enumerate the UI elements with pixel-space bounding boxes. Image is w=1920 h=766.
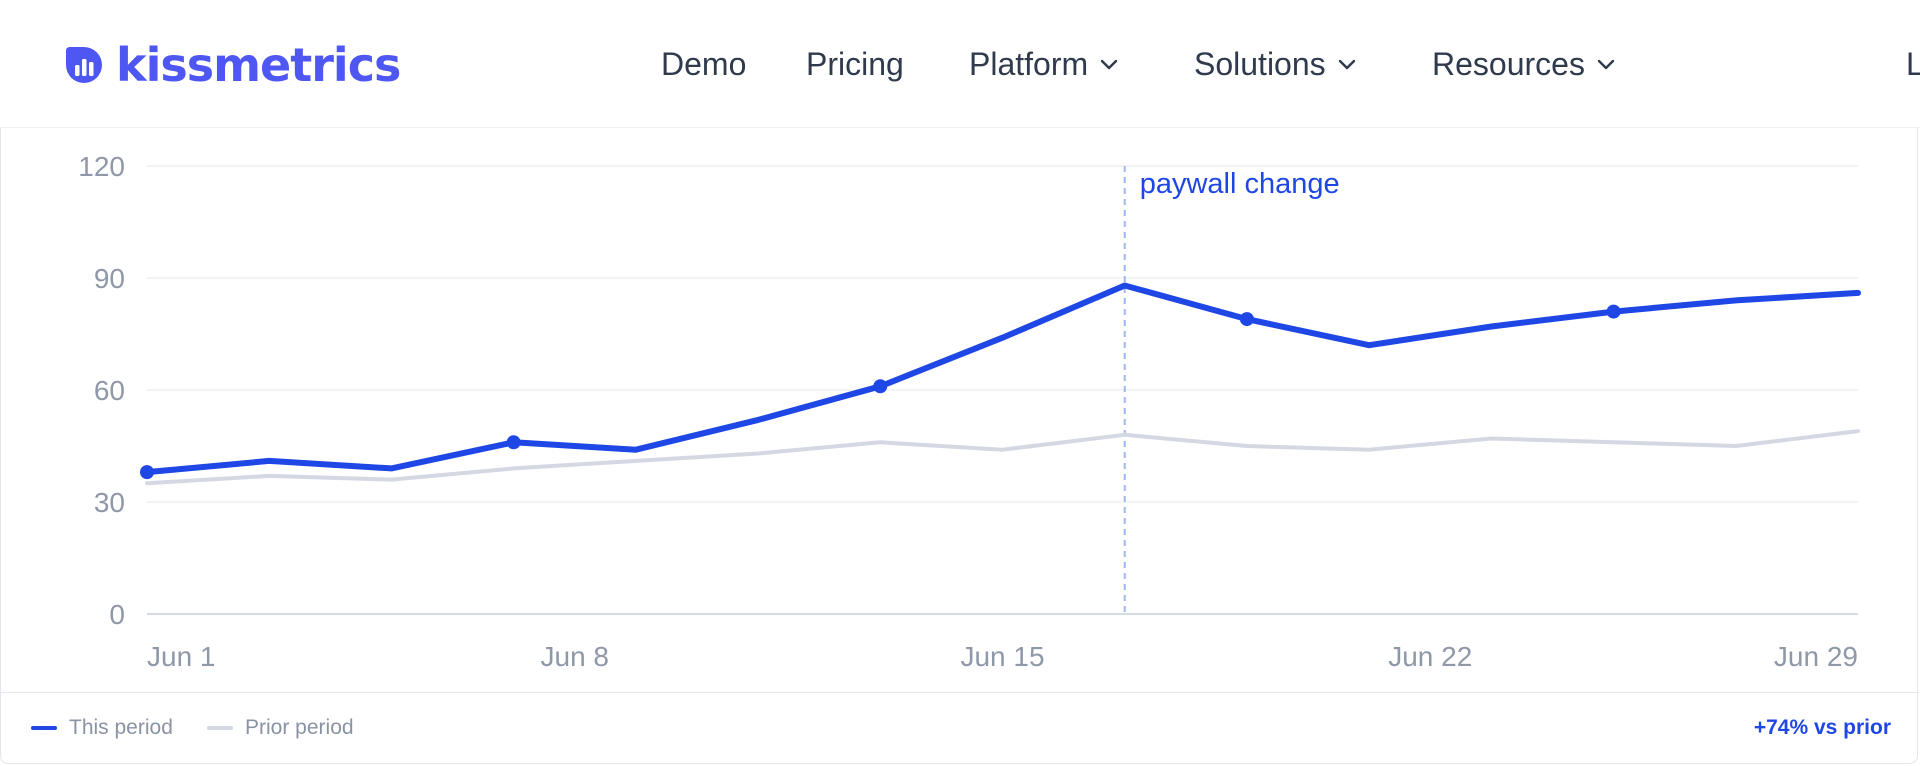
nav-platform-label: Platform [969, 45, 1089, 82]
nav-resources[interactable]: Resources [1432, 42, 1617, 86]
series [140, 282, 1861, 486]
top-navigation: kissmetrics Demo Pricing Platform Soluti… [0, 0, 1920, 128]
x-tick-label: Jun 1 [147, 641, 216, 672]
y-axis-ticks: 0 30 60 90 120 [78, 151, 125, 630]
chart-card: 0 30 60 90 120 Jun 1 Jun 8 Jun 15 Jun 22 Jun 29 … [0, 128, 1919, 766]
this-period-line [144, 282, 1861, 476]
this-period-point [140, 465, 154, 480]
y-tick-label: 60 [94, 375, 125, 406]
x-tick-label: Jun 29 [1774, 641, 1858, 672]
line-chart: 0306090120 Jun 1 Jun 8 Jun 15 Jun 22 Jun 29 … [78, 151, 1861, 672]
nav-solutions-label: Solutions [1194, 45, 1326, 82]
legend-prior-period[interactable]: Prior period [207, 713, 354, 743]
this-period-point [1239, 312, 1254, 327]
x-tick-label: Jun 8 [541, 641, 610, 672]
annotation-label: paywall change [1140, 168, 1340, 200]
legend-swatch-prior-period [207, 726, 233, 730]
nav-cutoff-label: L [1906, 45, 1920, 82]
chevron-down-icon [1100, 59, 1118, 70]
grid-lines [147, 165, 1858, 615]
y-tick-label: 30 [94, 487, 125, 518]
chart-footer: This period Prior period +74% vs prior [1, 692, 1919, 766]
nav-resources-label: Resources [1432, 45, 1585, 82]
nav-pricing[interactable]: Pricing [806, 42, 904, 86]
prior-period-line [145, 429, 1860, 486]
y-tick-label: 120 [78, 151, 125, 182]
delta-vs-prior: +74% vs prior [1753, 716, 1891, 739]
this-period-point [506, 435, 521, 450]
nav-cutoff-item[interactable]: L [1906, 42, 1920, 86]
chevron-down-icon [1597, 59, 1615, 70]
chart-bars-logo-icon [66, 47, 102, 83]
legend-this-period[interactable]: This period [31, 713, 173, 743]
nav-pricing-label: Pricing [806, 45, 904, 82]
this-period-point [1606, 304, 1621, 319]
x-axis-ticks: Jun 1 Jun 8 Jun 15 Jun 22 Jun 29 [147, 641, 1858, 672]
nav-solutions[interactable]: Solutions [1194, 42, 1358, 86]
y-tick-label: 0 [109, 599, 125, 630]
nav-platform[interactable]: Platform [969, 42, 1120, 86]
legend-swatch-this-period [31, 726, 57, 730]
legend-this-period-label: This period [69, 716, 173, 739]
nav-demo[interactable]: Demo [661, 42, 746, 86]
x-tick-label: Jun 15 [960, 641, 1044, 672]
x-tick-label: Jun 22 [1388, 641, 1472, 672]
nav-demo-label: Demo [661, 45, 747, 82]
logo-wordmark: kissmetrics [116, 38, 401, 92]
kissmetrics-logo[interactable]: kissmetrics [62, 38, 401, 92]
chevron-down-icon [1338, 59, 1355, 70]
y-tick-label: 90 [94, 263, 125, 294]
this-period-point [873, 379, 888, 394]
legend-prior-period-label: Prior period [245, 716, 354, 739]
